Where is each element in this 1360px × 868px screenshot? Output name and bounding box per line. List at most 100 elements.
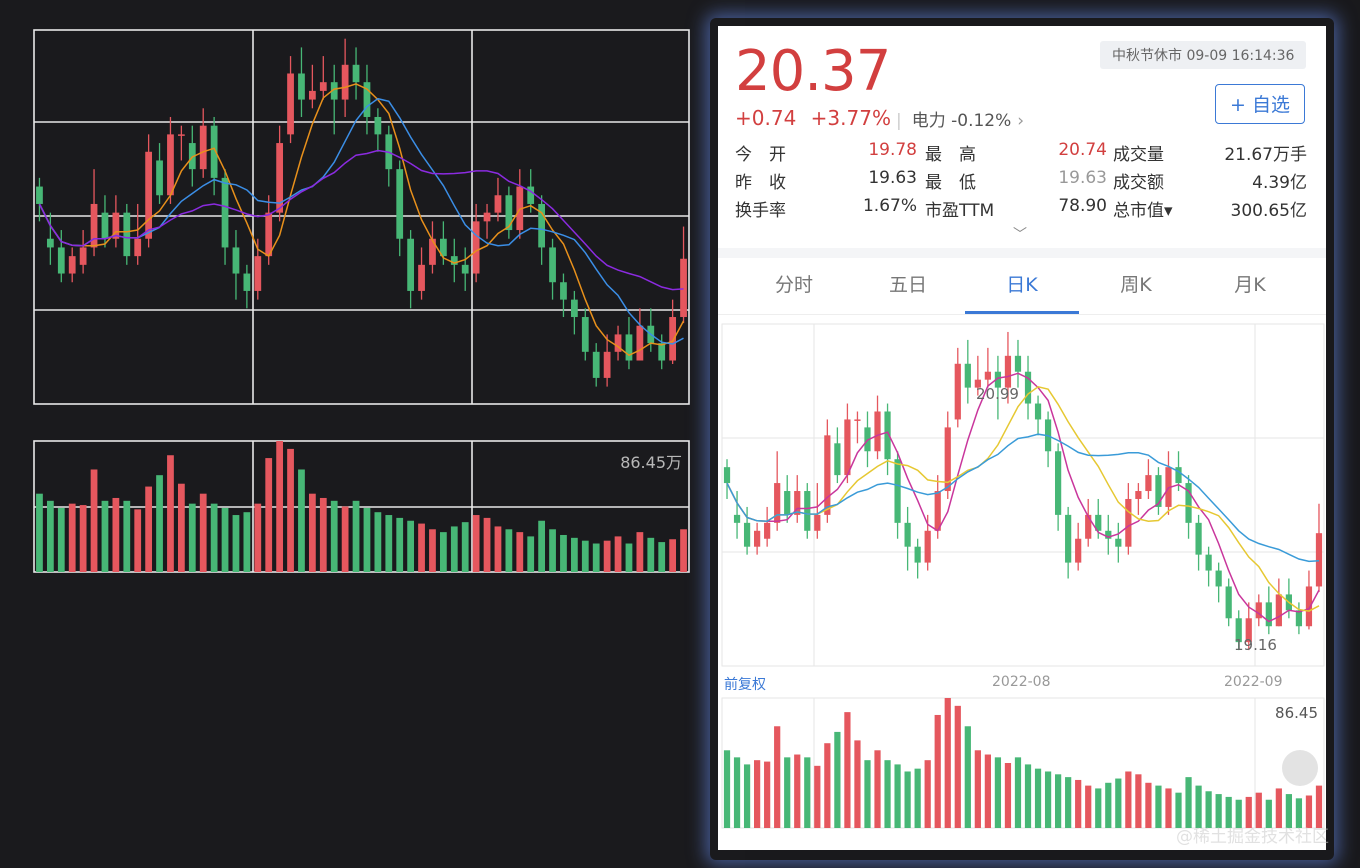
candle-body — [824, 435, 831, 515]
volume-bar — [46, 500, 54, 572]
date-tick-label: 2022-09 — [1224, 674, 1283, 690]
candle-body — [418, 264, 425, 291]
candle-body — [854, 419, 861, 421]
volume-bar — [560, 534, 567, 572]
volume-bar — [352, 500, 360, 572]
dark-kline-panel: 86.45万 — [0, 0, 745, 868]
volume-bar — [904, 771, 911, 828]
volume-bar — [527, 536, 535, 572]
volume-bar — [407, 520, 415, 572]
candle-body — [319, 82, 327, 91]
candle-body — [123, 212, 131, 257]
candle-body — [101, 212, 109, 239]
volume-bar — [483, 517, 491, 572]
volume-bar — [298, 469, 305, 572]
candle-body — [874, 411, 881, 452]
volume-bar — [647, 537, 655, 572]
volume-bar — [287, 448, 294, 572]
candle-body — [36, 186, 43, 204]
candle-body — [199, 125, 207, 170]
candle-body — [1085, 514, 1092, 539]
candle-body — [844, 419, 851, 476]
candle-body — [964, 363, 971, 388]
volume-bar — [974, 750, 981, 828]
candle-body — [954, 363, 961, 420]
candle-body — [156, 160, 163, 196]
volume-bar — [854, 740, 861, 828]
volume-bar — [396, 517, 404, 572]
volume-bar — [944, 698, 951, 828]
candle-body — [167, 134, 174, 196]
candle-body — [904, 522, 911, 547]
candle-body — [581, 317, 589, 352]
volume-max-label: 86.45万 — [620, 453, 682, 472]
volume-bar — [123, 500, 131, 572]
candle-body — [1175, 467, 1182, 484]
candle-body — [570, 299, 578, 318]
candle-body — [804, 491, 811, 531]
volume-bar — [1024, 764, 1032, 828]
ma10-line — [38, 97, 684, 345]
volume-bar — [1085, 785, 1092, 828]
candle-body — [308, 90, 316, 100]
price-high-label: 20.99 — [976, 385, 1019, 403]
volume-bar — [614, 536, 622, 572]
volume-bar — [385, 515, 393, 572]
ma5-line — [38, 83, 685, 357]
volume-bar — [308, 493, 316, 572]
candle-body — [924, 530, 931, 563]
volume-bar — [505, 529, 513, 572]
candle-body — [1055, 451, 1062, 515]
volume-bar — [784, 757, 791, 828]
volume-bar — [914, 768, 921, 828]
adjust-mode-label[interactable]: 前复权 — [724, 674, 766, 694]
candle-body — [1275, 594, 1282, 627]
volume-bar — [1004, 763, 1012, 828]
volume-bar — [319, 497, 327, 572]
candle-body — [592, 351, 600, 378]
light-kline-chart[interactable]: 20.99 19.16 86.45 — [718, 26, 1326, 850]
candle-body — [1145, 475, 1152, 492]
volume-bar — [516, 532, 524, 572]
candle-body — [287, 73, 294, 135]
candle-body — [680, 258, 687, 318]
volume-bar — [636, 532, 644, 572]
candle-body — [79, 247, 87, 265]
candle-body — [472, 221, 480, 274]
volume-bar — [472, 515, 480, 572]
candle-body — [341, 64, 349, 100]
candle-body — [505, 195, 513, 231]
volume-bar — [814, 765, 821, 828]
candle-body — [483, 212, 491, 222]
candle-body — [494, 195, 502, 213]
candle-body — [1115, 538, 1122, 547]
volume-bar — [243, 512, 251, 572]
candle-body — [636, 325, 644, 361]
volume-bar — [429, 529, 436, 572]
volume-bar — [603, 540, 611, 572]
volume-bar — [68, 503, 76, 572]
candle-body — [221, 177, 229, 248]
volume-bar — [57, 507, 65, 572]
candle-body — [407, 238, 415, 291]
candle-body — [177, 134, 185, 136]
ma20-line — [38, 149, 684, 291]
candle-body — [352, 64, 360, 83]
candle-body — [1075, 538, 1082, 563]
volume-bar — [733, 757, 741, 828]
volume-bar — [774, 726, 781, 828]
volume-bar — [884, 760, 891, 828]
candle-body — [1125, 498, 1132, 547]
candle-body — [232, 247, 240, 274]
candle-body — [396, 169, 404, 239]
candle-body — [1195, 522, 1202, 555]
volume-bar — [1044, 771, 1052, 828]
candle-body — [743, 522, 751, 547]
watermark-text: @稀土掘金技术社区 — [1176, 827, 1329, 847]
volume-bar — [177, 483, 185, 572]
stock-quote-screen: 20.37 +0.74 +3.77% | 电力 -0.12% › 中秋节休市 09-… — [718, 26, 1326, 850]
volume-bar — [1125, 771, 1132, 828]
candle-body — [1004, 355, 1012, 388]
volume-bar — [743, 764, 751, 828]
volume-bar — [254, 503, 262, 572]
